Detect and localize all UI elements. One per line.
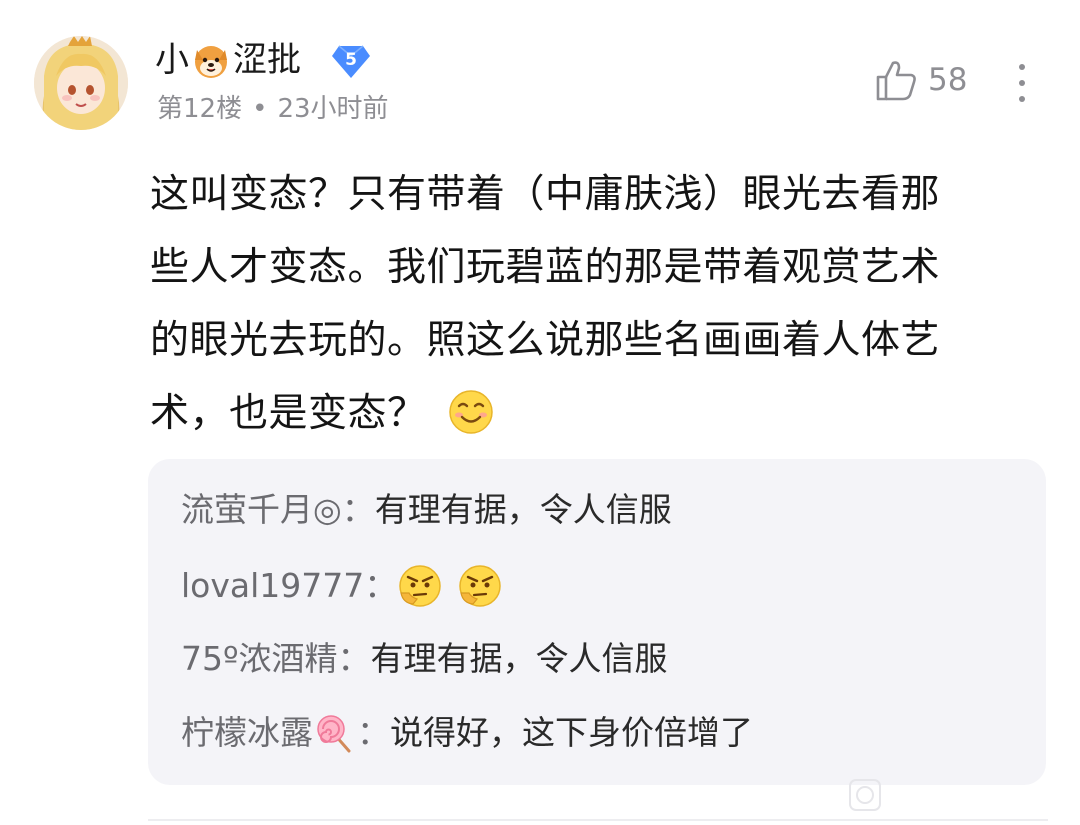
comment-text: 这叫变态？只有带着（中庸肤浅）眼光去看那 些人才变态。我们玩碧蓝的那是带着观赏艺…: [150, 158, 1040, 450]
reply-text: 有理有据，令人信服: [374, 490, 672, 529]
reply-author[interactable]: 流萤千月◎: [181, 488, 342, 532]
timestamp: 23小时前: [277, 94, 389, 124]
level-badge: 5: [331, 44, 371, 80]
reply-colon: ：: [364, 566, 398, 605]
avatar[interactable]: [34, 36, 128, 130]
reply-colon: ：: [357, 713, 390, 752]
thinking-emoji-icon: [397, 563, 443, 609]
username[interactable]: 小 涩批: [155, 38, 301, 82]
comment-meta: 第12楼 • 23小时前: [157, 91, 389, 127]
comment-line-last: 术，也是变态？: [150, 377, 1040, 450]
reply-colon: ：: [337, 639, 371, 678]
divider: [148, 819, 1048, 821]
more-options-button[interactable]: [1012, 62, 1032, 106]
comment-line: 的眼光去玩的。照这么说那些名画画着人体艺: [150, 318, 941, 363]
smile-emoji-icon: [447, 387, 495, 435]
reply-author[interactable]: 柠檬冰露: [181, 711, 313, 755]
username-part2: 涩批: [233, 40, 301, 80]
reply-item[interactable]: 75º浓酒精：有理有据，令人信服: [181, 637, 668, 681]
thinking-emoji-icon: [457, 563, 503, 609]
floor-number: 第12楼: [157, 94, 243, 124]
watermark-icon: [848, 778, 882, 812]
username-part1: 小: [155, 40, 189, 80]
reply-item[interactable]: 柠檬冰露 ：说得好，这下身价倍增了: [181, 711, 753, 755]
reply-item[interactable]: 流萤千月◎：有理有据，令人信服: [181, 488, 672, 532]
like-button[interactable]: 58: [874, 58, 967, 102]
thumbs-up-icon: [876, 61, 916, 101]
like-count: 58: [928, 62, 968, 98]
vertical-dots-icon: [1019, 64, 1025, 102]
anime-avatar-image: [34, 36, 128, 130]
level-number: 5: [345, 50, 357, 70]
comment-line: 这叫变态？只有带着（中庸肤浅）眼光去看那: [150, 172, 941, 217]
shiba-dog-emoji-icon: [191, 40, 231, 80]
comment-line: 些人才变态。我们玩碧蓝的那是带着观赏艺术: [150, 245, 941, 290]
replies-panel[interactable]: 流萤千月◎：有理有据，令人信服 loval19777： 75º浓酒精 ： 有理有…: [148, 459, 1046, 785]
reply-colon: ：: [341, 490, 375, 529]
reply-text: 有理有据，令人信服: [370, 639, 668, 678]
lollipop-emoji-icon: [315, 713, 355, 753]
reply-item[interactable]: loval19777：: [181, 563, 517, 609]
reply-author[interactable]: loval19777: [181, 564, 364, 608]
reply-text: 说得好，这下身价倍增了: [390, 713, 753, 752]
meta-separator: •: [252, 94, 268, 124]
comment-line: 术，也是变态？: [150, 391, 427, 436]
reply-author[interactable]: 75º浓酒精: [181, 637, 338, 681]
